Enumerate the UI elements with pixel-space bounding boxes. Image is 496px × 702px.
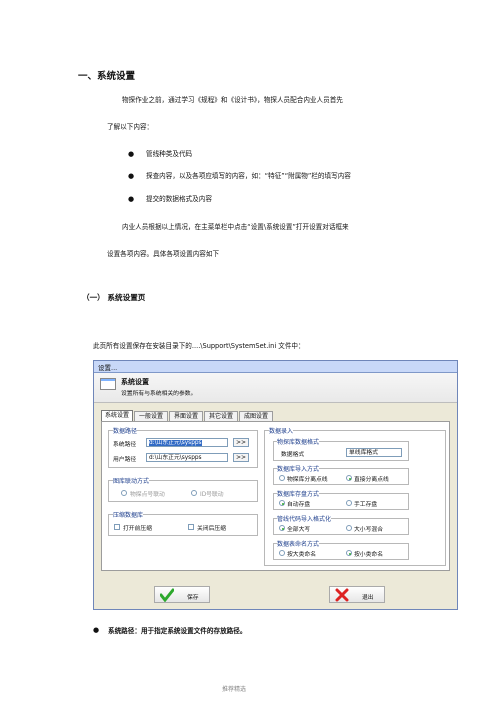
compress-open-checkbox[interactable] [114, 524, 120, 530]
format-label: 数据格式 [281, 452, 305, 458]
bullet-dot: ● [128, 150, 135, 158]
paragraph-2-cont: 设置各项内容。具体各项设置内容如下 [107, 250, 220, 258]
bullet-item-3: 提交的数据格式及内容 [146, 195, 212, 203]
system-path-label: 系统路径 [113, 442, 137, 448]
group-label: 物探库数据格式 [277, 437, 320, 446]
import-opt-1: 物探库分离点线 [287, 477, 328, 483]
group-label: 数据录入 [269, 426, 294, 435]
name-radio-major[interactable] [279, 550, 285, 556]
naming-group: 数据表命名方式 按大类命名 按小类命名 [273, 539, 409, 560]
case-opt-upper: 全部大写 [287, 527, 311, 533]
dialog-header-subtitle: 设置所有与系统相关的参数。 [121, 391, 197, 397]
tab-other[interactable]: 其它设置 [204, 411, 238, 421]
bullet-item-2: 探查内容，以及各项应填写的内容，如：“特征”“附属物”栏的填写内容 [146, 172, 351, 180]
name-radio-minor[interactable] [346, 550, 352, 556]
name-opt-minor: 按小类命名 [354, 552, 383, 558]
save-button-label: 保存 [187, 595, 199, 601]
import-radio-2[interactable] [346, 475, 352, 481]
tab-general[interactable]: 一般设置 [134, 411, 168, 421]
bullet-dot: ● [93, 626, 100, 634]
import-radio-1[interactable] [279, 475, 285, 481]
import-group: 数据录入 物探库数据格式 数据格式 单线库格式 数据库导入方式 物探库分离点线 … [264, 426, 446, 566]
tab-mapping[interactable]: 成图设置 [239, 411, 273, 421]
format-select[interactable]: 单线库格式 [346, 448, 402, 457]
group-label: 数据表命名方式 [277, 539, 320, 548]
case-group: 管线代码导入格式化 全部大写 大小写混合 [273, 514, 409, 535]
data-path-group: 数据路径 系统路径 d:\山东正元\syspps >> 用户路径 d:\山东正元… [108, 426, 258, 468]
tab-system[interactable]: 系统设置 [101, 410, 133, 421]
after-bullet-text: 系统路径：用于指定系统设置文件的存放路径。 [108, 627, 247, 635]
compress-open-label: 打开前压缩 [123, 526, 152, 532]
format-group: 物探库数据格式 数据格式 单线库格式 [273, 437, 409, 461]
case-radio-upper[interactable] [279, 525, 285, 531]
browse-user-path-button[interactable]: >> [233, 453, 249, 462]
dialog-header-title: 系统设置 [121, 378, 149, 386]
dialog-titlebar[interactable]: 设置... [94, 361, 457, 373]
compress-group: 压缩数据库 打开前压缩 关闭后压缩 [108, 510, 258, 536]
compress-close-label: 关闭后压缩 [197, 526, 226, 532]
group-label: 管线代码导入格式化 [277, 514, 332, 523]
close-icon [335, 588, 349, 602]
compress-close-checkbox[interactable] [188, 524, 194, 530]
save-mode-group: 数据库存盘方式 自动存盘 手工存盘 [273, 489, 409, 510]
case-radio-mixed[interactable] [346, 525, 352, 531]
group-label: 数据路径 [113, 426, 138, 435]
subsection-heading: （一） 系统设置页 [82, 293, 146, 302]
bullet-item-1: 管线种类及代码 [146, 150, 193, 158]
save-radio-auto[interactable] [279, 500, 285, 506]
settings-dialog: 设置... 系统设置 设置所有与系统相关的参数。 系统设置 一般设置 界面设置 … [93, 360, 458, 610]
name-opt-major: 按大类命名 [287, 552, 316, 558]
group-label: 压缩数据库 [113, 510, 144, 519]
tab-panel-system: 数据路径 系统路径 d:\山东正元\syspps >> 用户路径 d:\山东正元… [101, 421, 450, 571]
group-label: 数据库存盘方式 [277, 489, 320, 498]
section-heading: 一、系统设置 [78, 71, 136, 82]
cancel-button-label: 退出 [362, 595, 374, 601]
save-opt-manual: 手工存盘 [354, 502, 378, 508]
cancel-button[interactable]: 退出 [329, 586, 385, 603]
paragraph-1-cont: 了解以下内容： [107, 123, 154, 131]
intro-text: 此页所有设置保存在安装目录下的....\Support\SystemSet.in… [93, 342, 305, 350]
tab-interface[interactable]: 界面设置 [169, 411, 203, 421]
linkage-group: 图库联动方式 物探点号联动 ID号联动 [108, 476, 258, 502]
save-button[interactable]: 保存 [154, 586, 210, 603]
user-path-label: 用户路径 [113, 457, 137, 463]
checkmark-icon [160, 588, 174, 602]
linkage-id-label: ID号联动 [200, 492, 224, 498]
bullet-dot: ● [128, 172, 135, 180]
linkage-radio-point[interactable] [121, 490, 127, 496]
dialog-title: 设置... [98, 364, 118, 372]
user-path-input[interactable]: d:\山东正元\syspps [146, 453, 228, 462]
import-opt-2: 直接分离点线 [354, 477, 389, 483]
page-footer: 推荐精选 [222, 686, 247, 693]
browse-system-path-button[interactable]: >> [233, 438, 249, 447]
paragraph-2: 内业人员根据以上情况，在主菜单栏中点击“设置\系统设置”打开设置对话框来 [122, 223, 349, 231]
linkage-point-label: 物探点号联动 [130, 492, 165, 498]
bullet-dot: ● [128, 195, 135, 203]
save-radio-manual[interactable] [346, 500, 352, 506]
case-opt-mixed: 大小写混合 [354, 527, 383, 533]
linkage-radio-id[interactable] [191, 490, 197, 496]
paragraph-1: 物探作业之前，通过学习《规程》和《设计书》，物探人员配合内业人员首先 [122, 96, 343, 104]
group-label: 数据库导入方式 [277, 464, 320, 473]
save-opt-auto: 自动存盘 [287, 502, 311, 508]
import-mode-group: 数据库导入方式 物探库分离点线 直接分离点线 [273, 464, 409, 485]
group-label: 图库联动方式 [113, 476, 150, 485]
system-path-input[interactable]: d:\山东正元\syspps [146, 438, 228, 447]
settings-window-icon [100, 378, 116, 390]
